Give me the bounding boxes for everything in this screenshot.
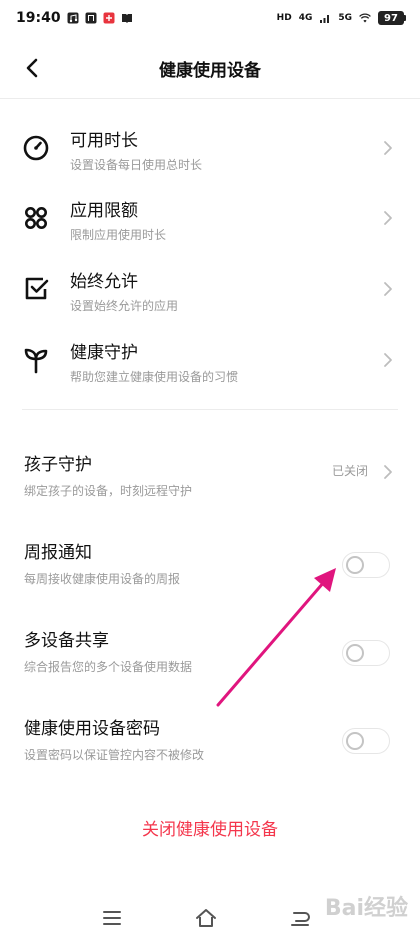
multi-device-share-toggle[interactable] [342, 640, 390, 666]
apps-grid-icon [22, 204, 50, 232]
chevron-right-icon [382, 210, 394, 226]
menu-item-usage-time[interactable]: 可用时长 设置设备每日使用总时长 [0, 112, 420, 182]
setting-multi-device-share: 多设备共享 综合报告您的多个设备使用数据 [0, 610, 420, 686]
menu-item-subtitle: 设置始终允许的应用 [70, 299, 179, 313]
setting-subtitle: 设置密码以保证管控内容不被修改 [24, 748, 205, 762]
menu-item-subtitle: 帮助您建立健康使用设备的习惯 [70, 370, 239, 384]
signal-icon [319, 12, 331, 24]
setting-weekly-report: 周报通知 每周接收健康使用设备的周报 [0, 522, 420, 598]
section-divider [22, 409, 398, 410]
checkbox-icon [22, 275, 50, 303]
menu-item-title: 健康守护 [70, 343, 138, 363]
battery-indicator: 97 [378, 11, 406, 25]
book-icon [121, 12, 133, 24]
setting-title: 孩子守护 [24, 455, 92, 475]
menu-item-subtitle: 设置设备每日使用总时长 [70, 158, 203, 172]
setting-title: 健康使用设备密码 [24, 719, 160, 739]
setting-subtitle: 综合报告您的多个设备使用数据 [24, 660, 193, 674]
app-red-icon [103, 12, 115, 24]
menu-item-title: 应用限额 [70, 201, 138, 221]
status-bar: 19:40 HD 4G 5G 97 [0, 0, 420, 36]
wifi-icon [359, 12, 371, 24]
home-icon[interactable] [194, 906, 218, 930]
menu-item-health-guard[interactable]: 健康守护 帮助您建立健康使用设备的习惯 [0, 324, 420, 394]
setting-title: 周报通知 [24, 543, 92, 563]
menu-item-child-guard[interactable]: 孩子守护 绑定孩子的设备，时刻远程守护 已关闭 [0, 434, 420, 510]
back-icon[interactable] [288, 906, 312, 930]
status-bar-right: HD 4G 5G 97 [277, 11, 406, 25]
weekly-report-toggle[interactable] [342, 552, 390, 578]
chevron-right-icon [382, 140, 394, 156]
timer-icon [22, 134, 50, 162]
menu-item-always-allow[interactable]: 始终允许 设置始终允许的应用 [0, 253, 420, 323]
music-icon [67, 12, 79, 24]
disable-health-usage-button[interactable]: 关闭健康使用设备 [0, 808, 420, 852]
battery-level: 97 [378, 11, 404, 25]
toggle-knob [346, 644, 364, 662]
gallery-icon [85, 12, 97, 24]
menu-item-app-limit[interactable]: 应用限额 限制应用使用时长 [0, 182, 420, 252]
menu-item-title: 始终允许 [70, 272, 138, 292]
setting-health-password: 健康使用设备密码 设置密码以保证管控内容不被修改 [0, 698, 420, 774]
child-guard-status: 已关闭 [331, 464, 368, 478]
network-5g: 5G [338, 12, 352, 23]
setting-title: 多设备共享 [24, 631, 109, 651]
page-title: 健康使用设备 [159, 61, 261, 81]
menu-item-title: 可用时长 [70, 131, 138, 151]
status-time: 19:40 [16, 10, 61, 26]
status-bar-left: 19:40 [16, 10, 133, 26]
chevron-right-icon [382, 281, 394, 297]
menu-icon[interactable] [100, 906, 124, 930]
menu-item-subtitle: 限制应用使用时长 [70, 228, 167, 242]
setting-subtitle: 每周接收健康使用设备的周报 [24, 572, 181, 586]
health-password-toggle[interactable] [342, 728, 390, 754]
network-4g: 4G [298, 12, 313, 23]
setting-subtitle: 绑定孩子的设备，时刻远程守护 [24, 484, 193, 498]
watermark: Bai经验 [324, 896, 408, 921]
sprout-icon [22, 346, 50, 374]
header-divider [0, 98, 420, 99]
header-bar: 健康使用设备 [0, 36, 420, 98]
toggle-knob [346, 732, 364, 750]
chevron-right-icon [382, 464, 394, 480]
chevron-right-icon [382, 352, 394, 368]
hd-badge: HD [276, 12, 292, 23]
battery-tip [404, 15, 406, 21]
toggle-knob [346, 556, 364, 574]
